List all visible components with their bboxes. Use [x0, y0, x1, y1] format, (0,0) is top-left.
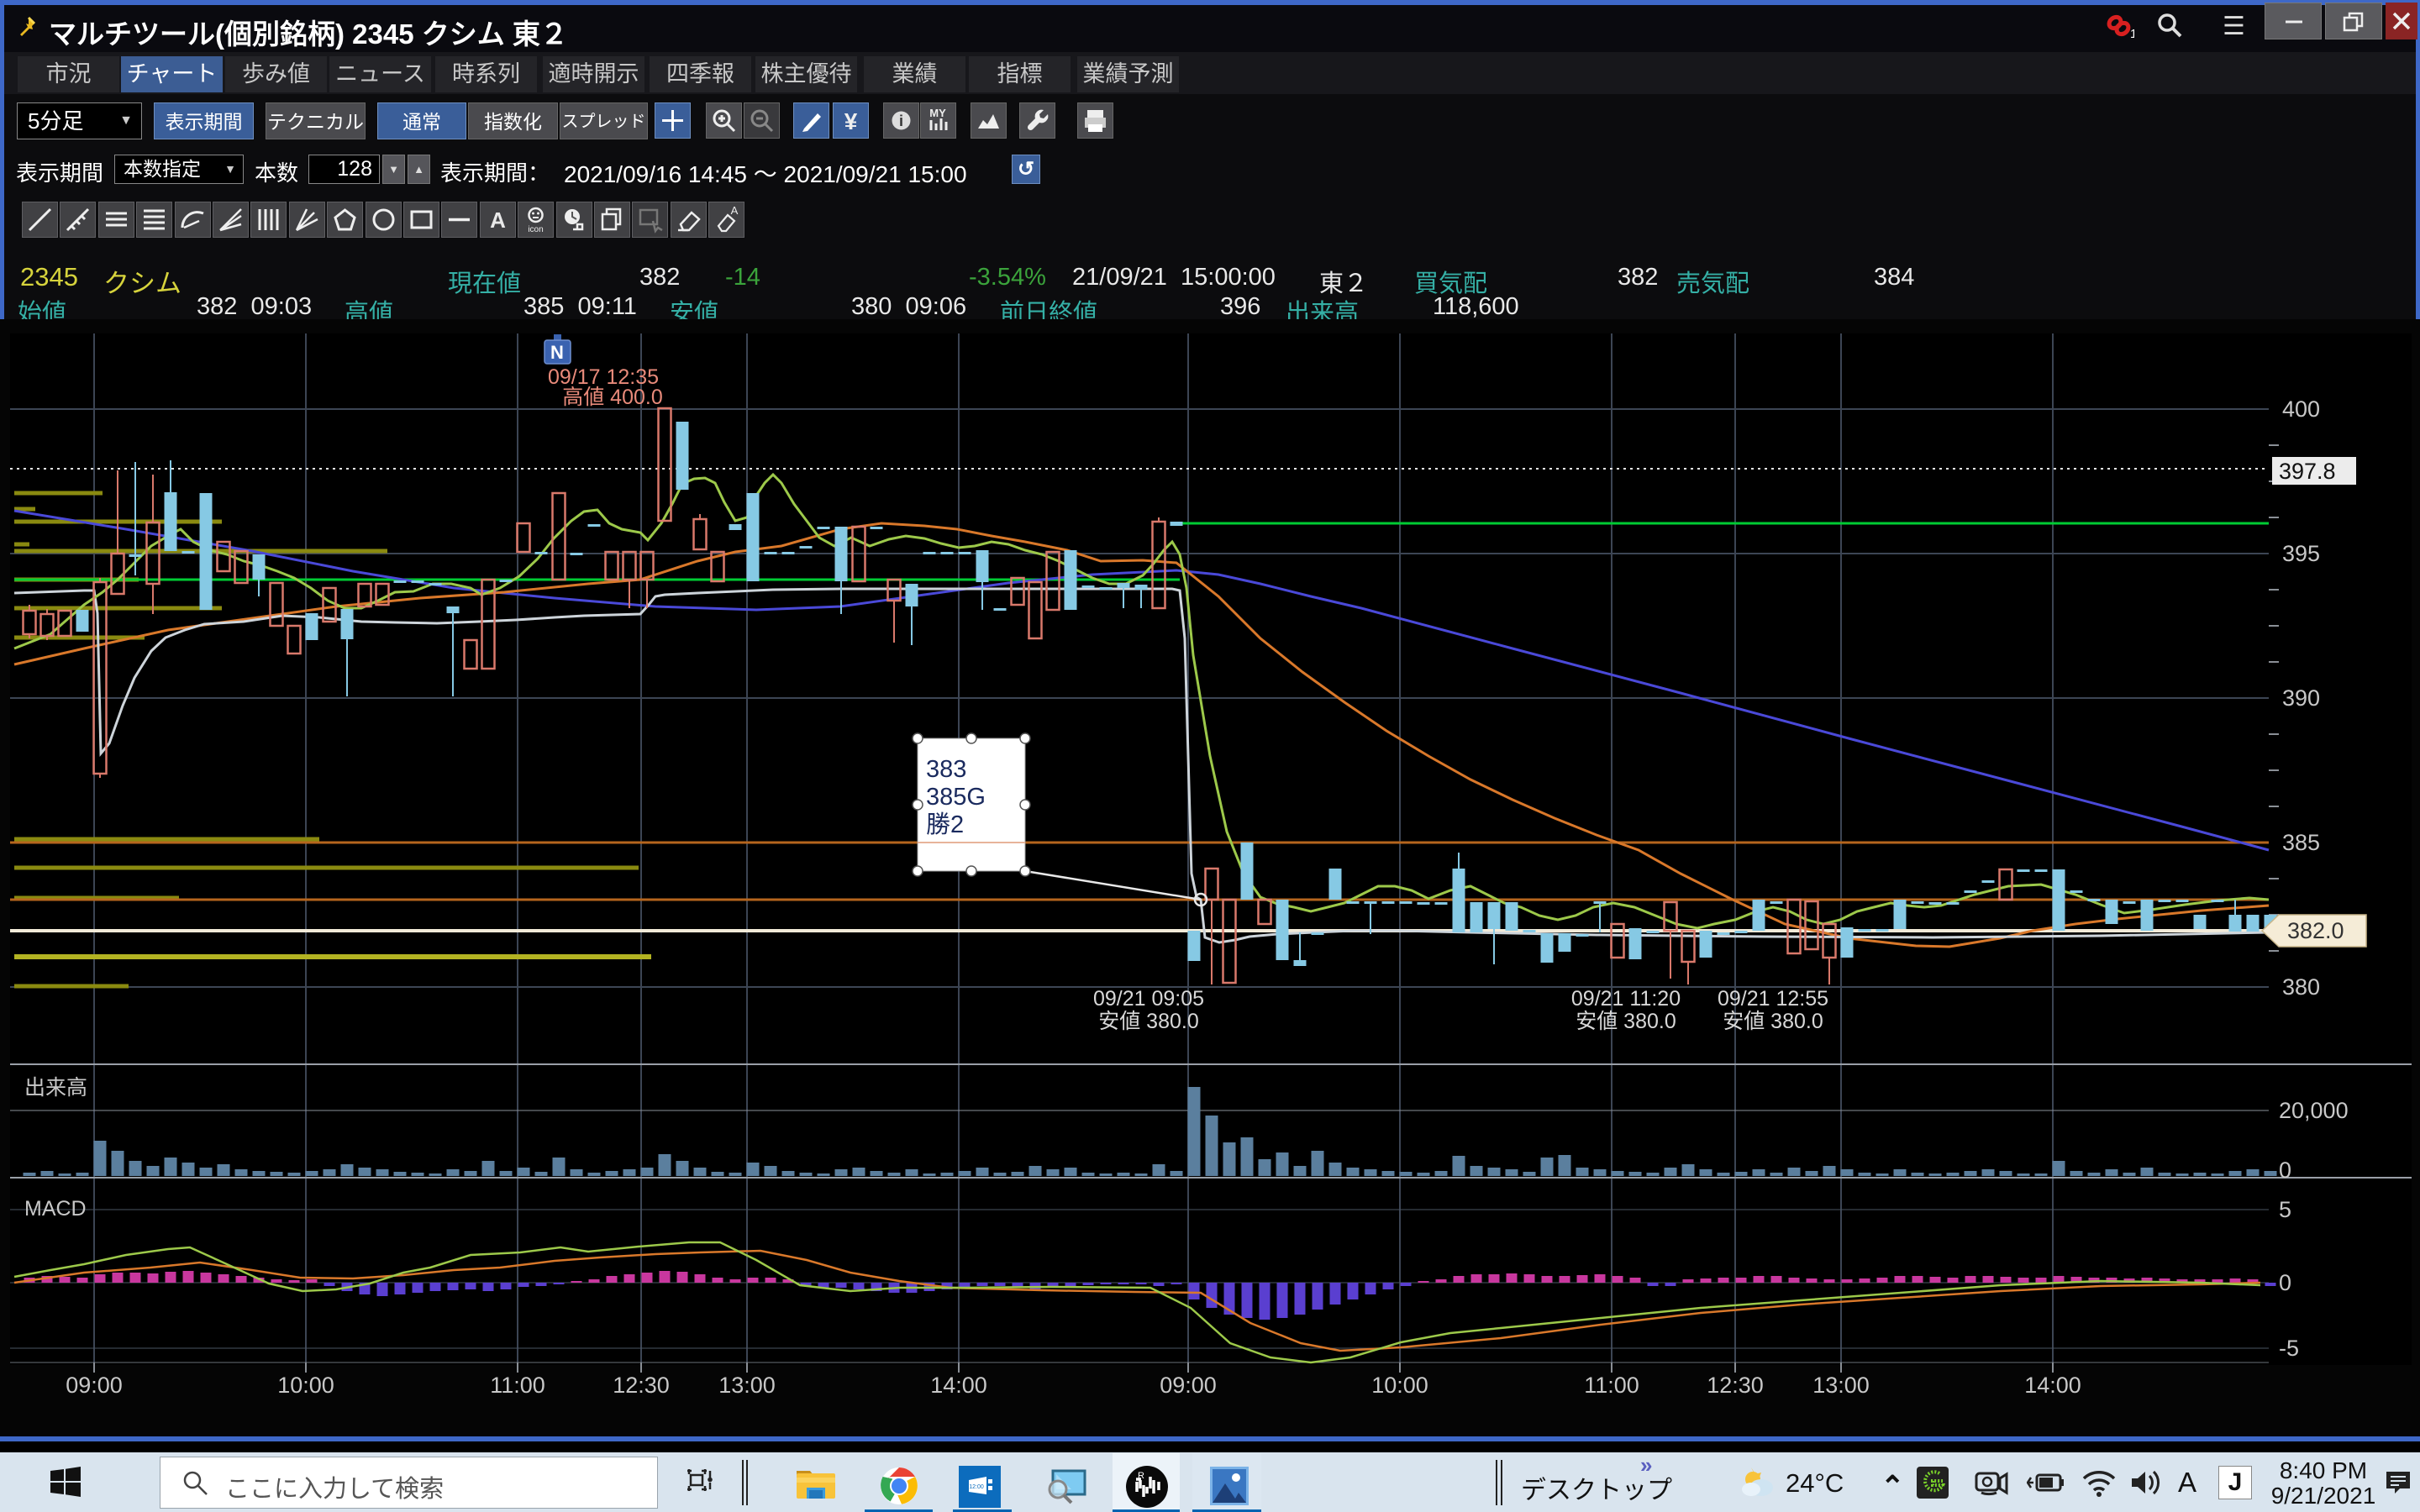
- svg-text:12:30: 12:30: [613, 1373, 670, 1398]
- svg-text:勝2: 勝2: [926, 811, 964, 838]
- svg-text:安値 380.0: 安値 380.0: [1576, 1010, 1676, 1033]
- svg-text:MACD: MACD: [24, 1197, 87, 1221]
- svg-text:安値 380.0: 安値 380.0: [1723, 1010, 1823, 1033]
- svg-text:1: 1: [2130, 27, 2134, 39]
- svg-text:380: 380: [2282, 974, 2320, 1000]
- svg-text:20,000: 20,000: [2279, 1098, 2349, 1123]
- svg-text:09/21 12:55: 09/21 12:55: [1718, 987, 1828, 1011]
- svg-text:-5: -5: [2279, 1336, 2299, 1361]
- svg-text:390: 390: [2282, 685, 2320, 711]
- svg-text:12:00: 12:00: [969, 1484, 984, 1490]
- svg-text:382.0: 382.0: [2287, 918, 2344, 943]
- svg-text:安値 380.0: 安値 380.0: [1098, 1010, 1199, 1033]
- svg-text:0: 0: [2279, 1270, 2291, 1295]
- svg-text:0: 0: [2279, 1158, 2291, 1183]
- svg-text:11:00: 11:00: [490, 1373, 545, 1398]
- svg-text:10:00: 10:00: [277, 1373, 334, 1398]
- svg-text:385G: 385G: [926, 784, 986, 811]
- svg-text:5: 5: [2279, 1197, 2291, 1222]
- svg-text:397.8: 397.8: [2279, 459, 2336, 484]
- svg-text:14:00: 14:00: [930, 1373, 987, 1398]
- svg-text:09:00: 09:00: [1160, 1373, 1217, 1398]
- svg-text:383: 383: [926, 756, 966, 783]
- svg-text:13:00: 13:00: [1812, 1373, 1870, 1398]
- svg-text:i: i: [899, 113, 903, 129]
- svg-text:395: 395: [2282, 541, 2320, 566]
- svg-text:N: N: [550, 342, 564, 363]
- svg-text:385: 385: [2282, 830, 2320, 855]
- svg-text:icon: icon: [528, 225, 543, 234]
- svg-text:10:00: 10:00: [1371, 1373, 1428, 1398]
- svg-text:09:00: 09:00: [66, 1373, 123, 1398]
- svg-text:400: 400: [2282, 396, 2320, 422]
- svg-text:11:00: 11:00: [1584, 1373, 1639, 1398]
- svg-text:13:00: 13:00: [718, 1373, 776, 1398]
- svg-text:A: A: [731, 204, 739, 217]
- svg-text:12:30: 12:30: [1707, 1373, 1764, 1398]
- svg-text:高値 400.0: 高値 400.0: [562, 386, 663, 409]
- svg-text:出来高: 出来高: [24, 1076, 87, 1100]
- svg-text:09/21 09:05: 09/21 09:05: [1093, 987, 1204, 1011]
- svg-text:09/21 11:20: 09/21 11:20: [1571, 987, 1681, 1011]
- svg-text:14:00: 14:00: [2024, 1373, 2081, 1398]
- svg-text:MY: MY: [929, 107, 946, 119]
